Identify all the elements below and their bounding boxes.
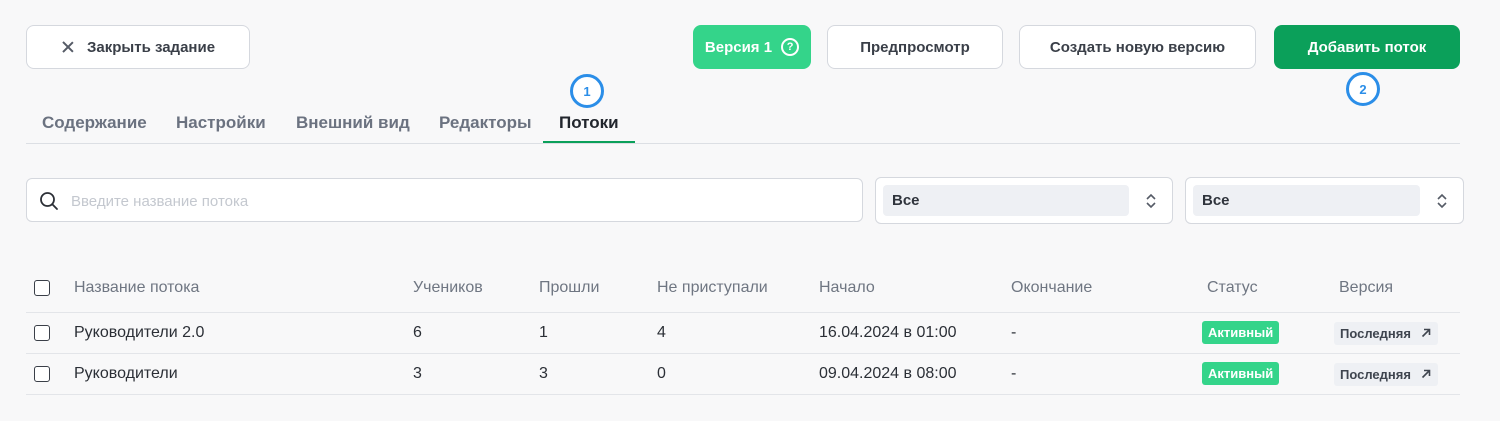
- filter-select-2[interactable]: Все: [1185, 177, 1464, 224]
- status-badge: Активный: [1202, 362, 1280, 385]
- close-task-label: Закрыть задание: [87, 38, 216, 56]
- stream-name[interactable]: Руководители 2.0: [74, 324, 204, 342]
- column-header-version: Версия: [1339, 279, 1394, 296]
- filter-select-1[interactable]: Все: [875, 177, 1173, 224]
- tab-settings[interactable]: Настройки: [176, 113, 266, 133]
- students-count: 6: [413, 324, 422, 341]
- table-row[interactable]: Руководители 2.0 6 1 4 16.04.2024 в 01:0…: [26, 313, 1460, 354]
- row-checkbox[interactable]: [34, 366, 50, 382]
- column-header-end: Окончание: [1011, 279, 1093, 296]
- stream-name[interactable]: Руководители: [74, 365, 178, 383]
- passed-count: 3: [539, 365, 548, 382]
- search-input[interactable]: [71, 189, 841, 213]
- preview-label: Предпросмотр: [860, 38, 970, 56]
- close-icon: [60, 39, 76, 55]
- column-header-not-started: Не приступали: [657, 279, 768, 296]
- filter-select-2-value: Все: [1193, 185, 1420, 216]
- version-badge[interactable]: Последняя: [1334, 363, 1438, 386]
- end-date: -: [1011, 324, 1017, 341]
- not-started-count: 4: [657, 324, 666, 341]
- end-date: -: [1011, 365, 1017, 382]
- tab-content[interactable]: Содержание: [42, 113, 147, 133]
- table-header: Название потока Учеников Прошли Не прист…: [26, 266, 1460, 313]
- tab-bar: Содержание Настройки Внешний вид Редакто…: [26, 104, 1460, 144]
- tab-editors[interactable]: Редакторы: [439, 113, 532, 133]
- search-box: [26, 178, 863, 222]
- table-row[interactable]: Руководители 3 3 0 09.04.2024 в 08:00 - …: [26, 354, 1460, 395]
- select-all-checkbox[interactable]: [34, 280, 50, 296]
- create-new-version-button[interactable]: Создать новую версию: [1019, 25, 1256, 69]
- version-badge-label: Последняя: [1340, 367, 1411, 382]
- add-stream-button[interactable]: Добавить поток: [1274, 25, 1460, 69]
- external-arrow-icon: [1421, 369, 1431, 379]
- passed-count: 1: [539, 324, 548, 341]
- version-badge-label: Последняя: [1340, 326, 1411, 341]
- external-arrow-icon: [1421, 328, 1431, 338]
- chevron-updown-icon: [1437, 193, 1447, 209]
- row-checkbox[interactable]: [34, 325, 50, 341]
- create-new-version-label: Создать новую версию: [1049, 38, 1226, 56]
- column-header-passed: Прошли: [539, 279, 600, 296]
- version-label: Версия 1: [704, 38, 773, 56]
- close-task-button[interactable]: Закрыть задание: [26, 25, 250, 69]
- chevron-updown-icon: [1146, 193, 1156, 209]
- column-header-status: Статус: [1207, 279, 1258, 296]
- column-header-start: Начало: [819, 279, 875, 296]
- not-started-count: 0: [657, 365, 666, 382]
- status-badge: Активный: [1202, 321, 1280, 344]
- start-date: 09.04.2024 в 08:00: [819, 365, 957, 382]
- active-tab-indicator: [543, 141, 635, 143]
- preview-button[interactable]: Предпросмотр: [827, 25, 1003, 69]
- annotation-marker-2: 2: [1346, 72, 1380, 106]
- tab-streams[interactable]: Потоки: [559, 113, 619, 133]
- annotation-marker-1: 1: [570, 74, 604, 108]
- column-header-name: Название потока: [74, 279, 200, 296]
- filter-select-1-value: Все: [883, 185, 1129, 216]
- tab-appearance[interactable]: Внешний вид: [296, 113, 410, 133]
- add-stream-label: Добавить поток: [1307, 38, 1427, 56]
- version-button[interactable]: Версия 1 ?: [693, 25, 811, 69]
- version-badge[interactable]: Последняя: [1334, 322, 1438, 345]
- search-icon: [40, 192, 58, 210]
- help-icon[interactable]: ?: [781, 38, 800, 56]
- start-date: 16.04.2024 в 01:00: [819, 324, 957, 341]
- column-header-students: Учеников: [413, 279, 483, 296]
- students-count: 3: [413, 365, 422, 382]
